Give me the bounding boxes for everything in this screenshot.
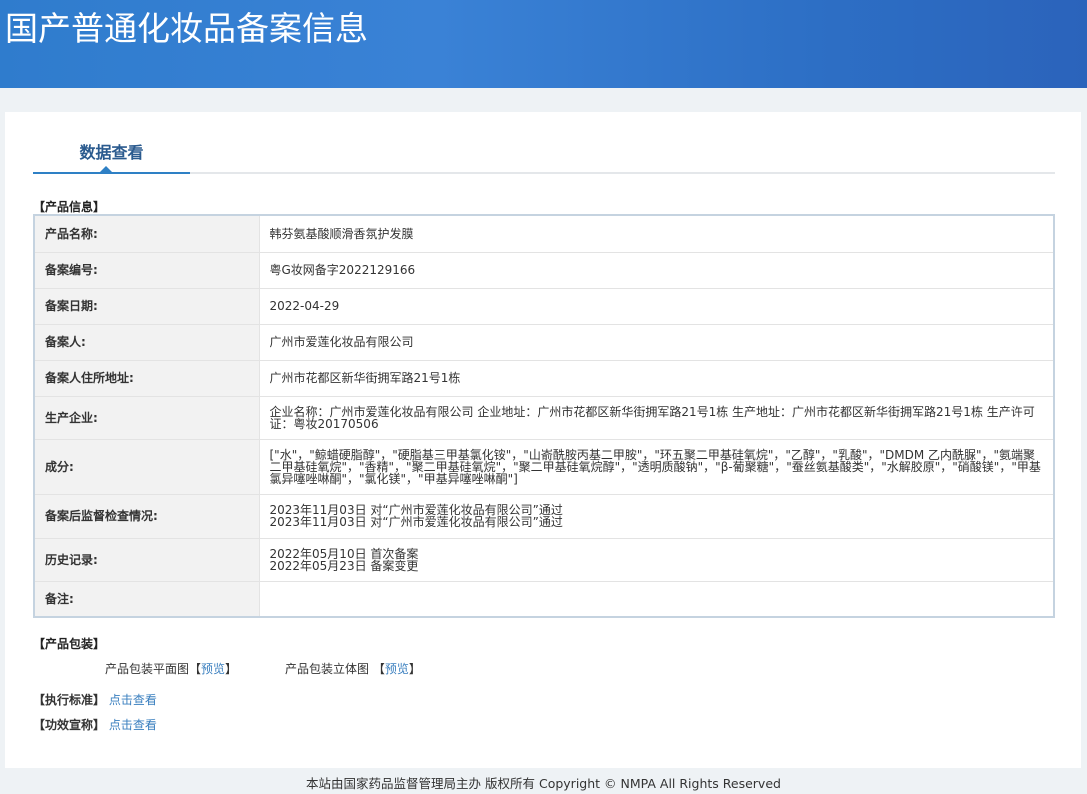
efficacy-row: 【功效宣称】 点击查看 bbox=[33, 716, 157, 733]
history-line: 2022年05月10日 首次备案 bbox=[269, 546, 419, 561]
manufacturer-value: 企业名称：广州市爱莲化妆品有限公司 企业地址：广州市花都区新华街拥军路21号1栋… bbox=[259, 396, 1054, 440]
product-info-table: 产品名称: 韩芬氨基酸顺滑香氛护发膜 备案编号: 粤G妆网备字2022129166 … bbox=[33, 214, 1055, 618]
ingredients-value: ["水"，"鲸蜡硬脂醇"，"硬脂基三甲基氯化铵"，"山嵛酰胺丙基二甲胺"，"环五… bbox=[259, 439, 1054, 495]
product-name-value: 韩芬氨基酸顺滑香氛护发膜 bbox=[259, 215, 1054, 253]
bracket: 】 bbox=[225, 662, 238, 676]
table-row: 备案人住所地址: 广州市花都区新华街拥军路21号1栋 bbox=[34, 360, 1054, 397]
history-line: 2022年05月23日 备案变更 bbox=[269, 558, 419, 573]
row-label: 备案人: bbox=[34, 324, 260, 361]
preview-solid-link[interactable]: 预览 bbox=[385, 662, 409, 676]
table-row: 成分: ["水"，"鲸蜡硬脂醇"，"硬脂基三甲基氯化铵"，"山嵛酰胺丙基二甲胺"，… bbox=[34, 439, 1054, 495]
packaging-solid-label: 产品包装立体图 bbox=[285, 662, 370, 676]
page-title: 国产普通化妆品备案信息 bbox=[5, 9, 368, 48]
inspection-value: 2023年11月03日 对“广州市爱莲化妆品有限公司”通过 2023年11月03日… bbox=[259, 494, 1054, 539]
registration-number-value: 粤G妆网备字2022129166 bbox=[259, 252, 1054, 289]
table-row: 生产企业: 企业名称：广州市爱莲化妆品有限公司 企业地址：广州市花都区新华街拥军路… bbox=[34, 396, 1054, 440]
preview-flat-link[interactable]: 预览 bbox=[201, 662, 225, 676]
bracket: 【 bbox=[372, 662, 385, 676]
remarks-value bbox=[259, 581, 1054, 618]
inspection-line: 2023年11月03日 对“广州市爱莲化妆品有限公司”通过 bbox=[269, 515, 563, 529]
registration-date-value: 2022-04-29 bbox=[259, 288, 1054, 325]
row-label: 备案编号: bbox=[34, 252, 260, 289]
row-label: 产品名称: bbox=[34, 215, 260, 253]
packaging-heading: 【产品包装】 bbox=[33, 637, 106, 651]
table-row: 产品名称: 韩芬氨基酸顺滑香氛护发膜 bbox=[34, 215, 1054, 253]
row-label: 备案日期: bbox=[34, 288, 260, 325]
history-value: 2022年05月10日 首次备案 2022年05月23日 备案变更 bbox=[259, 538, 1054, 582]
table-row: 备案人: 广州市爱莲化妆品有限公司 bbox=[34, 324, 1054, 361]
packaging-solid: 产品包装立体图 【预览】 bbox=[285, 660, 421, 677]
footer-copyright: 本站由国家药品监督管理局主办 版权所有 Copyright © NMPA All… bbox=[306, 776, 781, 791]
row-label: 成分: bbox=[34, 439, 260, 495]
row-label: 备注: bbox=[34, 581, 260, 618]
content-panel: 数据查看 【产品信息】 产品名称: 韩芬氨基酸顺滑香氛护发膜 备案编号: 粤G妆网备… bbox=[5, 112, 1081, 768]
table-row: 备注: bbox=[34, 581, 1054, 618]
standard-label: 【执行标准】 bbox=[33, 693, 106, 707]
row-label: 备案人住所地址: bbox=[34, 360, 260, 397]
registrant-address-value: 广州市花都区新华街拥军路21号1栋 bbox=[259, 360, 1054, 397]
packaging-flat: 产品包装平面图【预览】 bbox=[105, 660, 237, 677]
packaging-flat-label: 产品包装平面图 bbox=[105, 662, 190, 676]
row-label: 备案后监督检查情况: bbox=[34, 494, 260, 539]
standard-row: 【执行标准】 点击查看 bbox=[33, 691, 157, 708]
product-info-heading: 【产品信息】 bbox=[33, 200, 106, 214]
efficacy-view-link[interactable]: 点击查看 bbox=[109, 718, 157, 732]
standard-view-link[interactable]: 点击查看 bbox=[109, 693, 157, 707]
efficacy-label: 【功效宣称】 bbox=[33, 718, 106, 732]
row-label: 生产企业: bbox=[34, 396, 260, 440]
table-row: 备案后监督检查情况: 2023年11月03日 对“广州市爱莲化妆品有限公司”通过 2… bbox=[34, 494, 1054, 539]
table-row: 历史记录: 2022年05月10日 首次备案 2022年05月23日 备案变更 bbox=[34, 538, 1054, 582]
tab-data-view[interactable]: 数据查看 bbox=[33, 135, 190, 174]
tab-bar: 数据查看 bbox=[33, 135, 1055, 174]
row-label: 历史记录: bbox=[34, 538, 260, 582]
bracket: 】 bbox=[408, 662, 421, 676]
registrant-value: 广州市爱莲化妆品有限公司 bbox=[259, 324, 1054, 361]
tab-label: 数据查看 bbox=[79, 143, 144, 162]
table-row: 备案日期: 2022-04-29 bbox=[34, 288, 1054, 325]
table-row: 备案编号: 粤G妆网备字2022129166 bbox=[34, 252, 1054, 289]
bracket: 【 bbox=[189, 662, 202, 676]
header-banner: 国产普通化妆品备案信息 bbox=[0, 0, 1087, 88]
active-tab-indicator bbox=[100, 166, 112, 172]
